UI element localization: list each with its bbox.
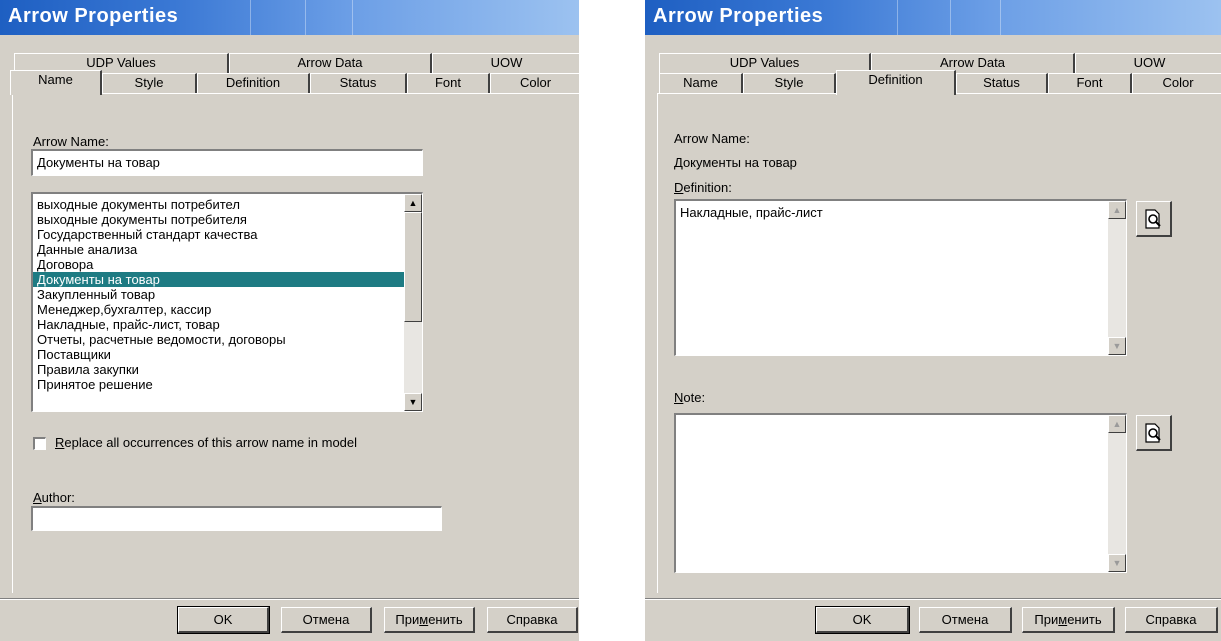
- title-bar[interactable]: Arrow Properties: [0, 0, 579, 35]
- tab-definition[interactable]: Definition: [836, 70, 956, 95]
- arrow-name-list[interactable]: выходные документы потребител выходные до…: [31, 192, 423, 412]
- list-item[interactable]: Принятое решение: [33, 377, 404, 392]
- scroll-up-icon[interactable]: ▲: [1108, 201, 1126, 219]
- tab-font[interactable]: Font: [1048, 73, 1132, 93]
- arrow-name-label: Arrow Name:: [33, 134, 109, 149]
- tab-color[interactable]: Color: [1132, 73, 1221, 93]
- tab-font[interactable]: Font: [407, 73, 490, 93]
- cancel-button[interactable]: Отмена: [919, 607, 1012, 633]
- note-zoom-button[interactable]: [1136, 415, 1172, 451]
- page-magnifier-icon: [1145, 209, 1161, 229]
- apply-button[interactable]: Применить: [384, 607, 475, 633]
- title-divider: [250, 0, 251, 35]
- title-bar[interactable]: Arrow Properties: [645, 0, 1221, 35]
- title-divider: [1000, 0, 1001, 35]
- tab-uow[interactable]: UOW: [432, 53, 579, 73]
- definition-label: Definition:: [674, 180, 732, 195]
- list-scrollbar[interactable]: ▲ ▼: [404, 194, 422, 411]
- tab-uow[interactable]: UOW: [1075, 53, 1221, 73]
- list-item[interactable]: Документы на товар: [33, 272, 404, 287]
- arrow-properties-dialog-definition-tab: Arrow Properties UDP Values Arrow Data U…: [645, 0, 1221, 641]
- arrow-name-value: Документы на товар: [674, 155, 797, 170]
- definition-scrollbar[interactable]: ▲ ▼: [1108, 201, 1126, 355]
- list-item[interactable]: Накладные, прайс-лист, товар: [33, 317, 404, 332]
- arrow-name-label: Arrow Name:: [674, 131, 750, 146]
- list-item[interactable]: Менеджер,бухгалтер, кассир: [33, 302, 404, 317]
- list-item[interactable]: Отчеты, расчетные ведомости, договоры: [33, 332, 404, 347]
- tab-color[interactable]: Color: [490, 73, 579, 93]
- help-button[interactable]: Справка: [1125, 607, 1218, 633]
- scroll-down-icon[interactable]: ▼: [404, 393, 422, 411]
- replace-all-label[interactable]: Replace all occurrences of this arrow na…: [55, 435, 357, 450]
- list-item[interactable]: Закупленный товар: [33, 287, 404, 302]
- tab-status[interactable]: Status: [310, 73, 407, 93]
- tab-style[interactable]: Style: [102, 73, 197, 93]
- tab-name[interactable]: Name: [10, 70, 102, 95]
- note-label: Note:: [674, 390, 706, 405]
- list-item[interactable]: Данные анализа: [33, 242, 404, 257]
- bottom-separator: [0, 598, 579, 600]
- dialog-title: Arrow Properties: [653, 5, 824, 27]
- ok-button[interactable]: OK: [177, 606, 270, 634]
- tab-row-front: Name Style Definition Status Font Color: [659, 70, 1221, 95]
- tab-row-front: Name Style Definition Status Font Color: [10, 70, 579, 95]
- arrow-name-input[interactable]: Документы на товар: [31, 149, 423, 176]
- tab-style[interactable]: Style: [743, 73, 836, 93]
- ok-button[interactable]: OK: [815, 606, 910, 634]
- list-item[interactable]: Правила закупки: [33, 362, 404, 377]
- scroll-down-icon[interactable]: ▼: [1108, 337, 1126, 355]
- author-input[interactable]: [31, 506, 442, 531]
- list-item[interactable]: Государственный стандарт качества: [33, 227, 404, 242]
- title-divider: [352, 0, 353, 35]
- tab-name[interactable]: Name: [659, 73, 743, 93]
- tab-definition[interactable]: Definition: [197, 73, 310, 93]
- author-label: Author:: [33, 490, 75, 505]
- help-button[interactable]: Справка: [487, 607, 578, 633]
- apply-button[interactable]: Применить: [1022, 607, 1115, 633]
- dialog-title: Arrow Properties: [8, 5, 179, 27]
- cancel-button[interactable]: Отмена: [281, 607, 372, 633]
- list-item[interactable]: выходные документы потребителя: [33, 212, 404, 227]
- arrow-properties-dialog-name-tab: Arrow Properties UDP Values Arrow Data U…: [0, 0, 579, 641]
- page-magnifier-icon: [1145, 423, 1161, 443]
- title-divider: [305, 0, 306, 35]
- title-divider: [897, 0, 898, 35]
- scroll-up-icon[interactable]: ▲: [404, 194, 422, 212]
- list-item[interactable]: Поставщики: [33, 347, 404, 362]
- replace-all-checkbox[interactable]: [33, 437, 46, 450]
- scroll-up-icon[interactable]: ▲: [1108, 415, 1126, 433]
- definition-textarea[interactable]: Накладные, прайс-лист ▲ ▼: [674, 199, 1127, 356]
- tab-arrow-data[interactable]: Arrow Data: [229, 53, 432, 73]
- list-item[interactable]: Договора: [33, 257, 404, 272]
- tab-status[interactable]: Status: [956, 73, 1048, 93]
- list-items: выходные документы потребител выходные до…: [33, 197, 404, 392]
- note-textarea[interactable]: ▲ ▼: [674, 413, 1127, 573]
- scroll-down-icon[interactable]: ▼: [1108, 554, 1126, 572]
- bottom-separator: [645, 598, 1221, 600]
- title-divider: [950, 0, 951, 35]
- list-item[interactable]: выходные документы потребител: [33, 197, 404, 212]
- definition-zoom-button[interactable]: [1136, 201, 1172, 237]
- definition-text: Накладные, прайс-лист: [680, 205, 823, 220]
- note-scrollbar[interactable]: ▲ ▼: [1108, 415, 1126, 572]
- scroll-thumb[interactable]: [404, 212, 422, 322]
